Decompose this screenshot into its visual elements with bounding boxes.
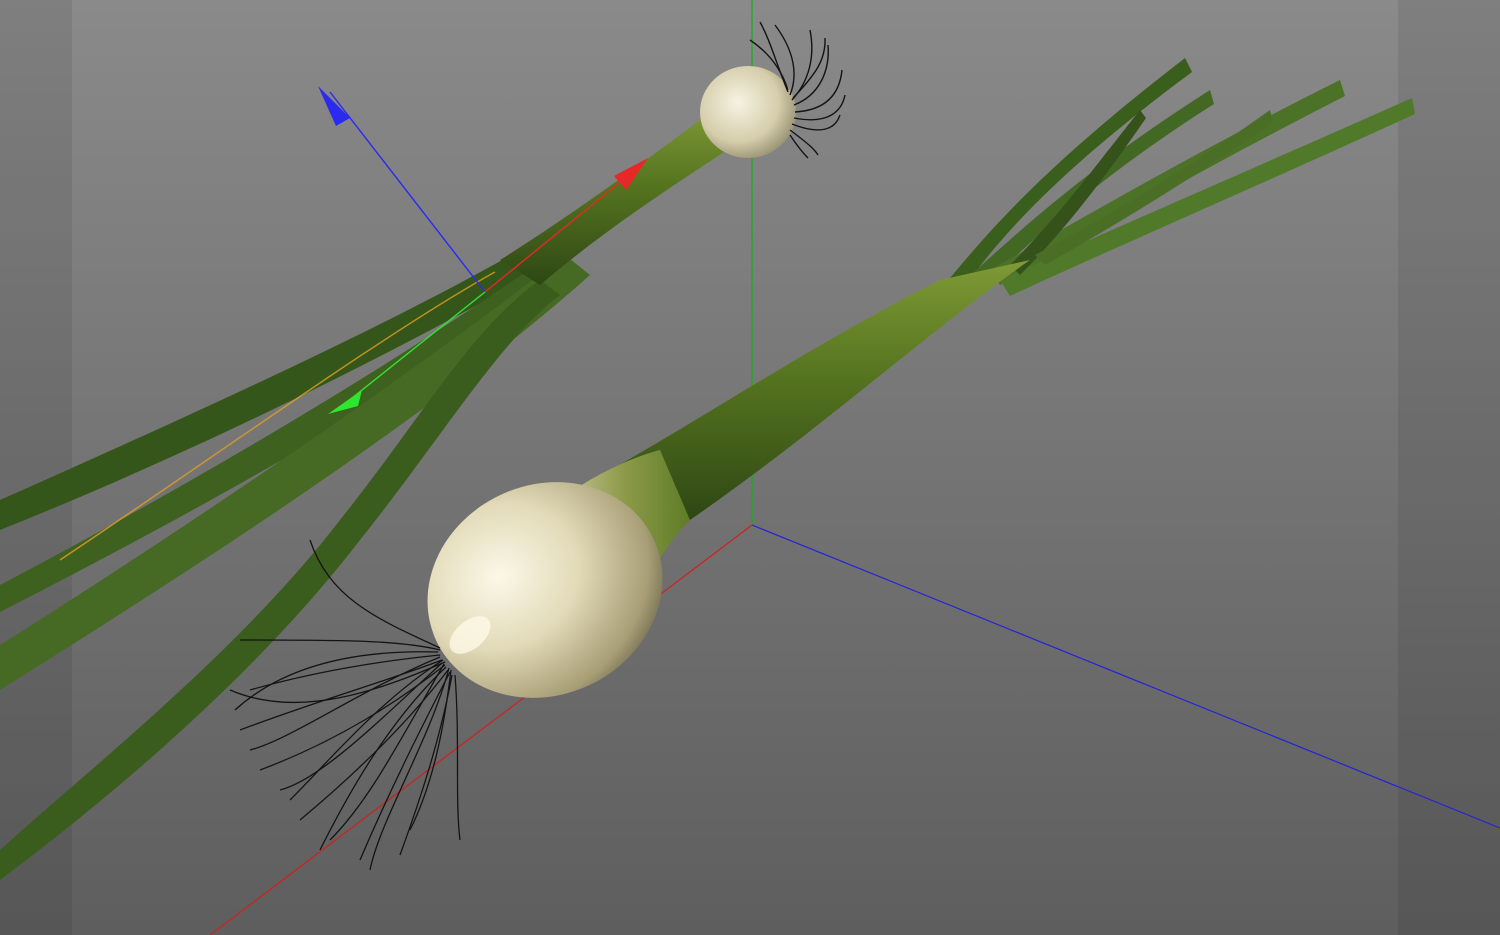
3d-viewport[interactable] [0,0,1500,935]
onion-bulb [700,66,796,158]
viewport-canvas[interactable] [0,0,1500,935]
viewport-left-shade [0,0,72,935]
viewport-right-shade [1398,0,1500,935]
